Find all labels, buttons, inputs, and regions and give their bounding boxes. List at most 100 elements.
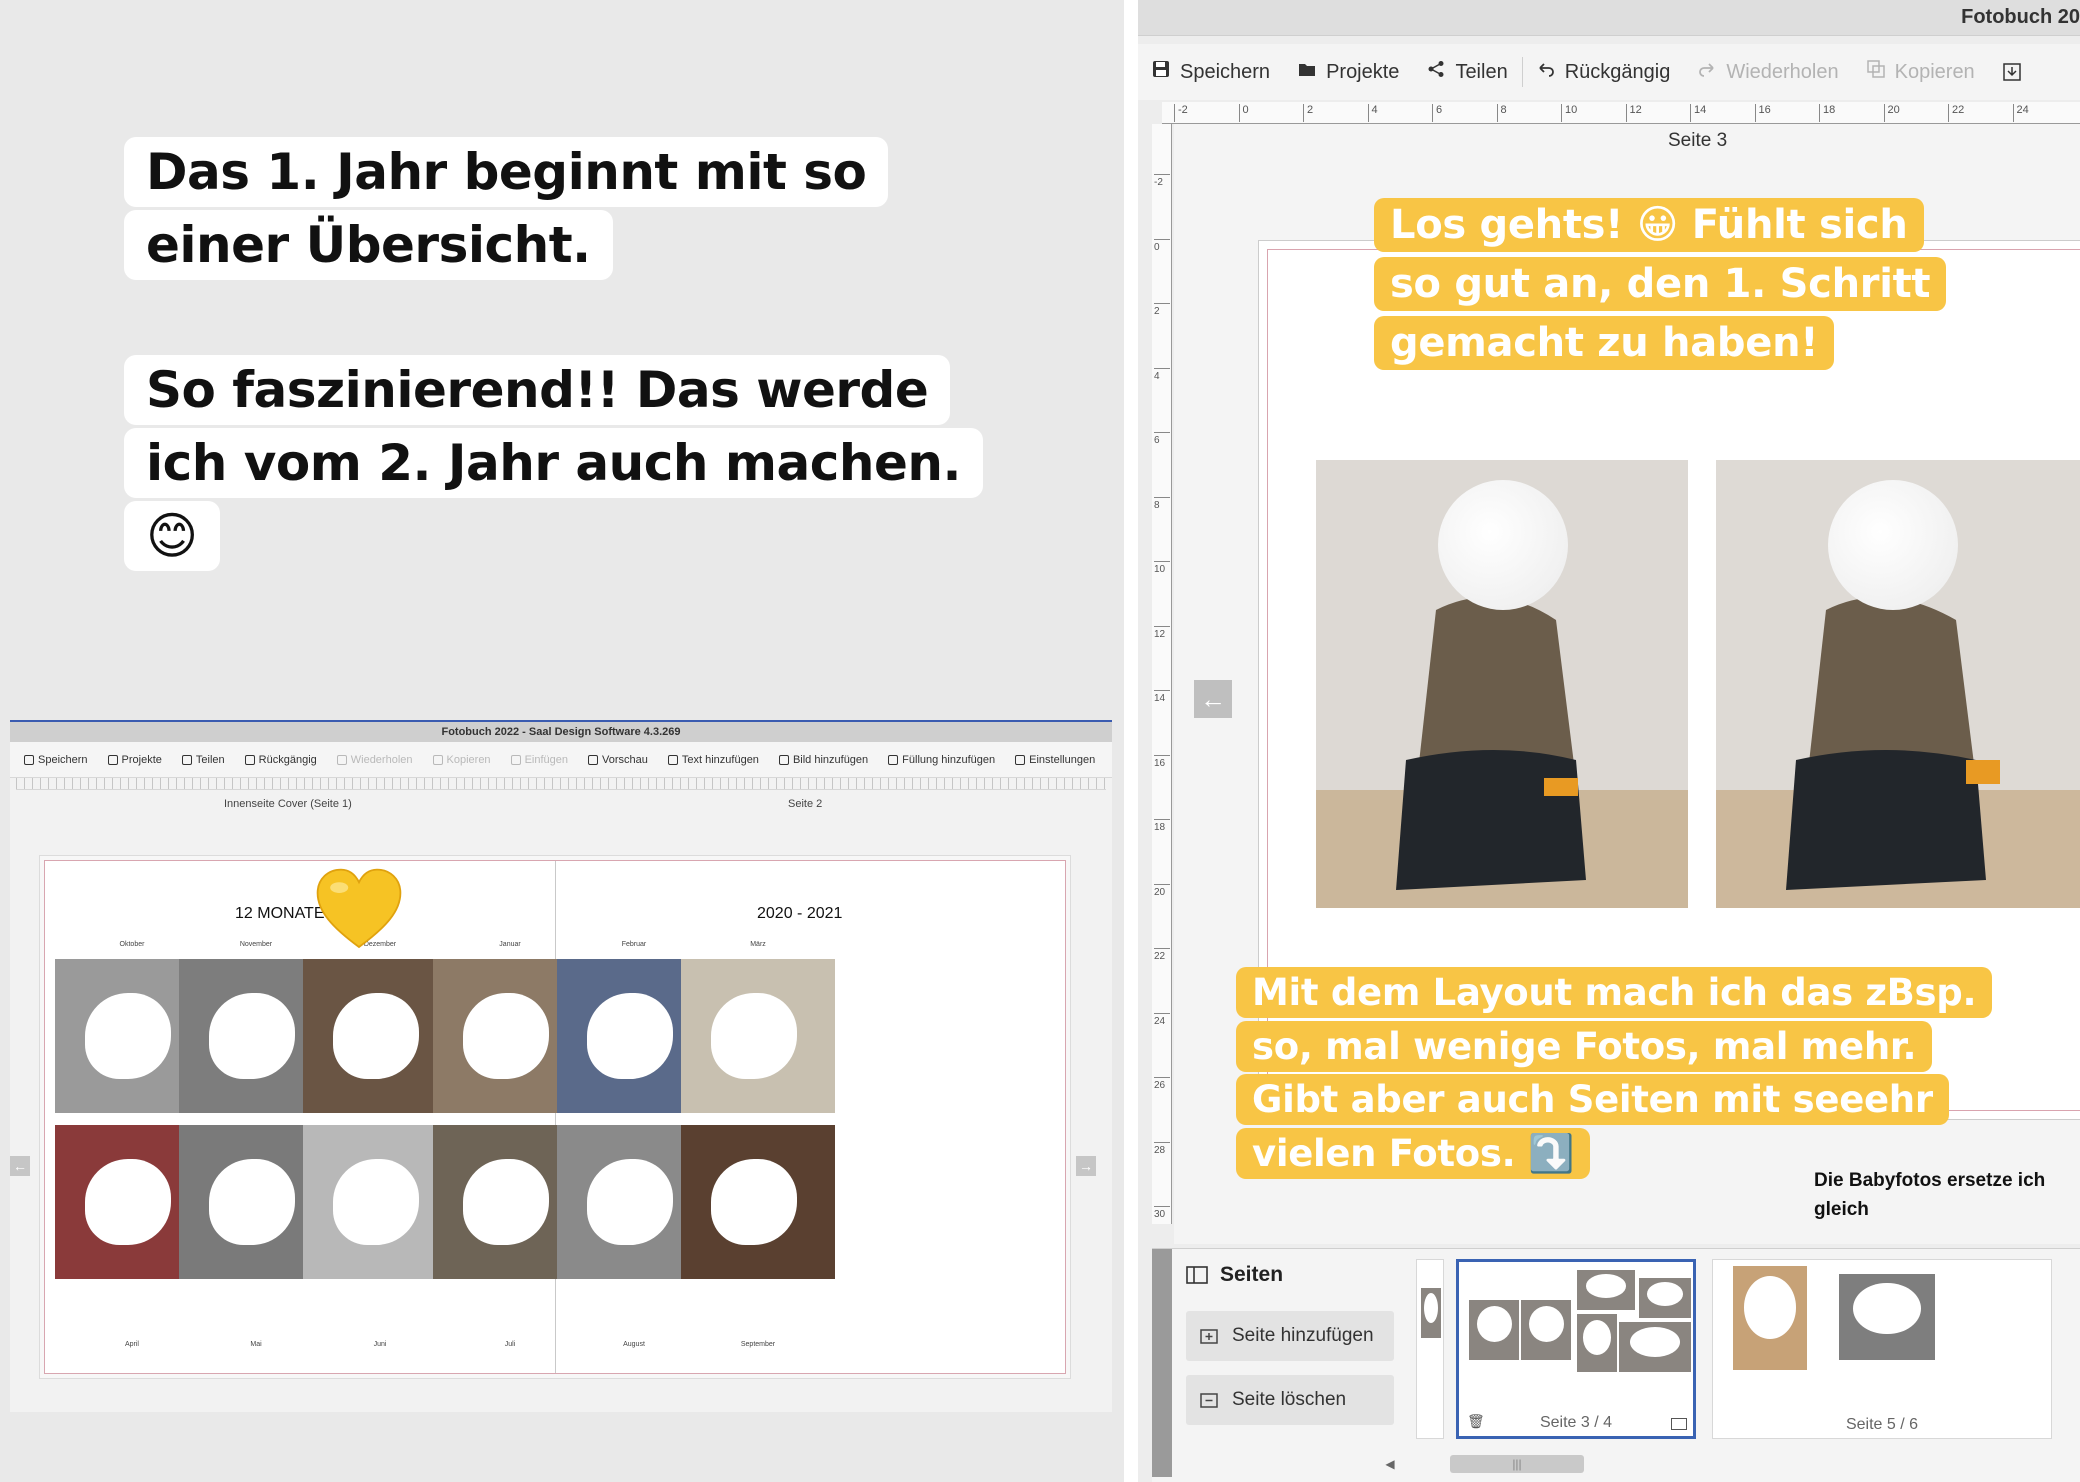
face-blur (333, 1159, 419, 1245)
mini-toolbar-copy-button[interactable]: Kopieren (423, 754, 501, 766)
mini-toolbar-fill-add-button[interactable]: Füllung hinzufügen (878, 754, 1005, 766)
mini-ruler (16, 778, 1106, 790)
page-thumbnail-partial[interactable] (1416, 1259, 1444, 1439)
spread-divider (555, 861, 556, 1373)
ruler-tick: 18 (1819, 104, 1835, 122)
ruler-tick: 12 (1154, 625, 1170, 640)
toolbar-undo-button[interactable]: Rückgängig (1523, 60, 1685, 84)
mini-toolbar-label: Speichern (38, 753, 88, 766)
ruler-tick: 22 (1154, 948, 1170, 962)
face-blur (587, 1159, 673, 1245)
page-thumbnail-5-6[interactable]: Seite 5 / 6 (1712, 1259, 2052, 1439)
face-blur (1828, 480, 1958, 610)
mini-toolbar: Speichern Projekte Teilen Rückgängig Wiederh… (10, 742, 1112, 778)
gear-icon (1015, 754, 1026, 765)
share-icon (181, 754, 192, 765)
ruler-tick: -2 (1174, 104, 1188, 122)
horizontal-ruler: -2 0 2 4 6 8 10 12 14 16 18 20 22 24 (1162, 102, 2080, 124)
scroll-thumb[interactable]: ||| (1450, 1455, 1584, 1473)
add-page-button[interactable]: Seite hinzufügen (1186, 1311, 1394, 1361)
thumbnail-scrollbar[interactable]: ◀ ||| (1382, 1453, 2080, 1475)
save-icon (1152, 60, 1170, 84)
mini-toolbar-redo-button[interactable]: Wiederholen (327, 754, 423, 766)
mini-window-title: Fotobuch 2022 - Saal Design Software 4.3… (10, 720, 1112, 742)
scroll-left-arrow-icon[interactable]: ◀ (1382, 1455, 1398, 1473)
ruler-tick: 20 (1154, 883, 1170, 898)
pages-panel: Seiten Seite hinzufügen Seite löschen 🗑 (1152, 1248, 2080, 1482)
eye-icon (588, 754, 598, 765)
pages-panel-collapse-strip[interactable] (1152, 1249, 1172, 1477)
ruler-tick: 2 (1154, 303, 1170, 317)
mini-toolbar-eye-button[interactable]: Vorschau (578, 754, 658, 766)
mini-prev-arrow-icon[interactable]: ← (10, 1156, 30, 1176)
ruler-tick: 6 (1154, 432, 1170, 446)
ruler-tick: 28 (1154, 1141, 1170, 1156)
ruler-tick: 12 (1625, 104, 1642, 122)
embedded-app-screenshot: Fotobuch 2022 - Saal Design Software 4.3… (10, 720, 1112, 1412)
mini-toolbar-label: Bild hinzufügen (792, 753, 869, 766)
copy-icon (432, 754, 443, 765)
delete-page-label: Seite löschen (1232, 1389, 1347, 1410)
paste-icon (510, 754, 521, 765)
toolbar-label: Rückgängig (1564, 60, 1671, 83)
baby-photo-1[interactable] (1316, 460, 1688, 908)
toolbar-download-button[interactable] (1989, 63, 2035, 81)
mini-toolbar-save-button[interactable]: Speichern (14, 754, 98, 766)
mini-toolbar-label: Füllung hinzufügen (902, 753, 996, 766)
toolbar-copy-button[interactable]: Kopieren (1853, 60, 1989, 84)
face-blur (463, 993, 549, 1079)
toolbar-save-button[interactable]: Speichern (1138, 60, 1284, 84)
prev-page-arrow-icon[interactable]: ← (1194, 680, 1232, 718)
toolbar-label: Teilen (1455, 60, 1508, 83)
face-blur (209, 1159, 295, 1245)
thumb-label: Seite 3 / 4 (1539, 1414, 1613, 1431)
mini-toolbar-gear-button[interactable]: Einstellungen (1005, 754, 1105, 766)
mini-baby-photo[interactable] (681, 1125, 835, 1279)
copy-icon (1866, 60, 1885, 84)
mini-toolbar-label: Rückgängig (258, 753, 317, 766)
baby-photo-2[interactable] (1716, 460, 2080, 908)
mini-toolbar-label: Einstellungen (1029, 753, 1096, 766)
mini-toolbar-folder-button[interactable]: Projekte (98, 754, 172, 766)
face-blur (711, 993, 797, 1079)
face-blur (333, 993, 419, 1079)
ruler-tick: 18 (1154, 819, 1170, 833)
mini-toolbar-paste-button[interactable]: Einfügen (501, 754, 578, 766)
page-thumbnail-3-4[interactable]: 🗑 Seite 3 / 4 (1456, 1259, 1696, 1439)
toolbar-share-button[interactable]: Teilen (1413, 60, 1521, 84)
panel-gap (1124, 0, 1138, 1482)
ruler-tick: 4 (1154, 367, 1170, 382)
toolbar-folder-button[interactable]: Projekte (1284, 60, 1413, 84)
vertical-ruler: -2 0 2 4 6 8 10 12 14 16 18 20 22 24 26 28 30 (1152, 124, 1172, 1224)
ruler-tick: 8 (1154, 496, 1170, 511)
toolbar-label: Wiederholen (1726, 60, 1839, 83)
delete-page-button[interactable]: Seite löschen (1186, 1375, 1394, 1425)
pages-icon (1186, 1266, 1208, 1284)
mini-next-arrow-icon[interactable]: → (1076, 1156, 1096, 1176)
ruler-tick: 0 (1154, 238, 1170, 253)
mini-toolbar-label: Einfügen (524, 753, 568, 766)
page-label: Seite 3 (1668, 130, 1728, 151)
redo-icon (1698, 60, 1716, 84)
mini-toolbar-text-button[interactable]: Text hinzufügen (658, 754, 769, 766)
yellow-heart-icon (316, 868, 402, 949)
ruler-tick: 24 (2012, 104, 2029, 122)
mini-page-label-right: Seite 2 (788, 798, 823, 810)
mini-spread: 12 MONATE 2020 - 2021 Oktober November Dez… (44, 860, 1066, 1374)
mini-toolbar-label: Vorschau (602, 753, 648, 766)
mini-toolbar-image-add-button[interactable]: Bild hinzufügen (769, 754, 878, 766)
face-blur (85, 1159, 171, 1245)
story-text-2: So faszinierend!! Das werde ich vom 2. J… (124, 354, 1004, 573)
ruler-tick: 30 (1154, 1206, 1170, 1220)
ruler-tick: 6 (1432, 104, 1442, 122)
mini-baby-photo[interactable] (681, 959, 835, 1113)
pages-panel-title: Seiten (1186, 1263, 1283, 1287)
story-text-1: Das 1. Jahr beginnt mit so einer Übersic… (124, 136, 1004, 282)
mini-toolbar-undo-button[interactable]: Rückgängig (235, 754, 327, 766)
ruler-tick: 8 (1496, 104, 1507, 122)
mini-toolbar-share-button[interactable]: Teilen (172, 754, 235, 766)
mini-page-label-left: Innenseite Cover (Seite 1) (224, 798, 352, 810)
share-icon (1427, 60, 1445, 84)
toolbar-redo-button[interactable]: Wiederholen (1684, 60, 1852, 84)
callout-text-1: Los gehts! 😀 Fühlt sich so gut an, den 1… (1374, 196, 1947, 373)
